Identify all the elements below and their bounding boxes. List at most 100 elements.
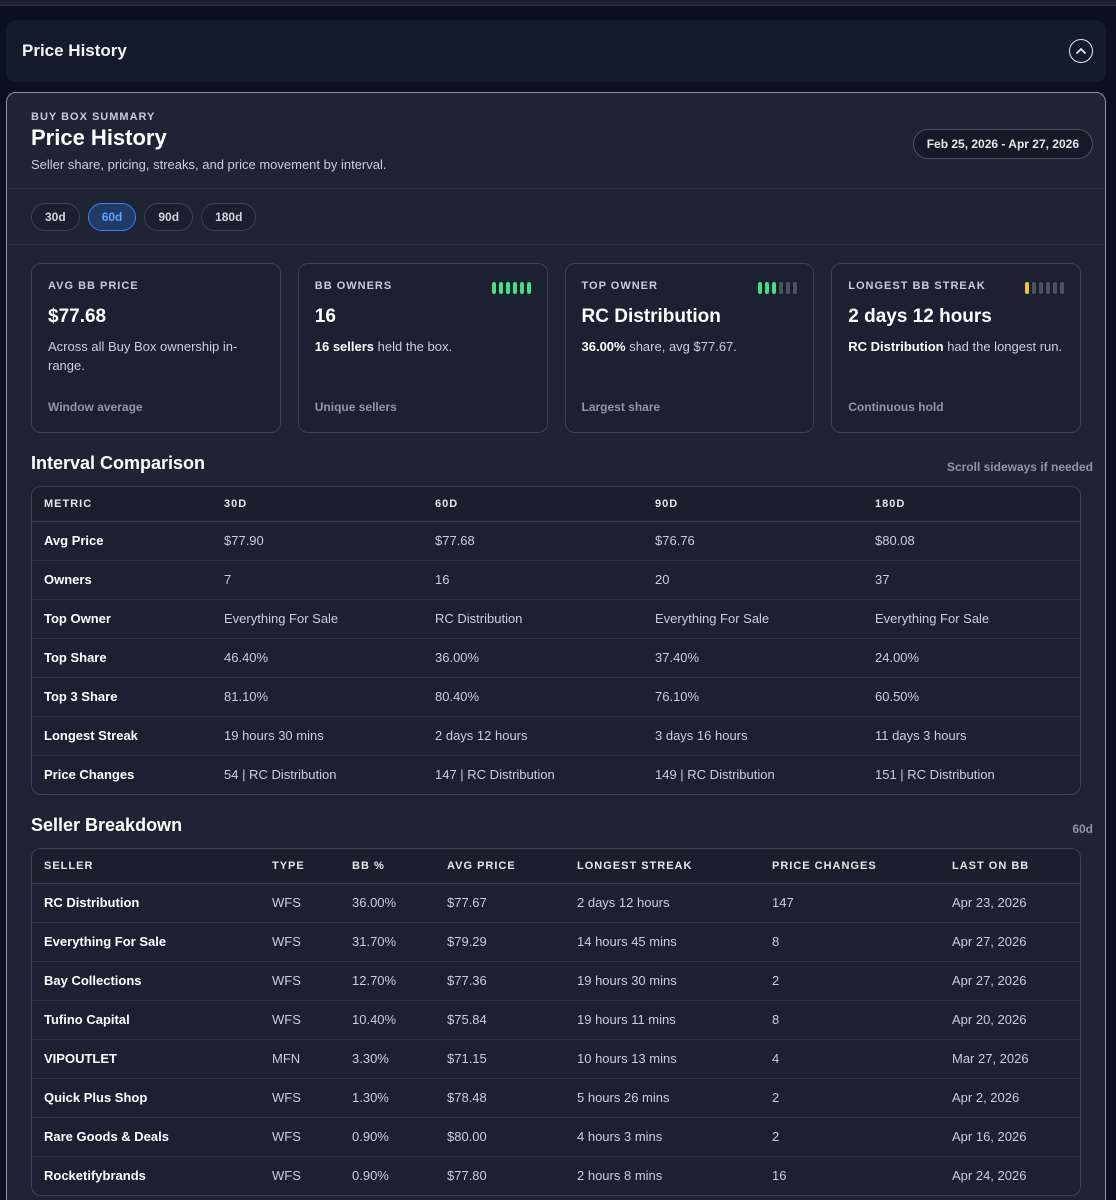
interval-comparison-table[interactable]: METRIC 30D 60D 90D 180D Avg Price $77.90 $… — [31, 486, 1081, 795]
table-cell: 19 hours 30 mins — [565, 960, 760, 1000]
streak-level-bars-icon — [1025, 282, 1064, 294]
table-cell: 60.50% — [863, 676, 1080, 716]
table-cell: 24.00% — [863, 637, 1080, 677]
table-cell: 3 days 16 hours — [643, 715, 863, 755]
table-cell: WFS — [260, 1155, 340, 1195]
table-cell: 1.30% — [340, 1077, 435, 1117]
row-label-cell: Longest Streak — [32, 715, 212, 755]
column-header: PRICE CHANGES — [760, 849, 940, 884]
column-header: 30D — [212, 487, 423, 522]
table-cell: 37 — [863, 559, 1080, 599]
column-header: BB % — [340, 849, 435, 884]
row-label-cell: Quick Plus Shop — [32, 1077, 260, 1117]
card-value: RC Distribution — [581, 306, 721, 327]
row-label-cell: Rare Goods & Deals — [32, 1116, 260, 1156]
range-button-30d[interactable]: 30d — [31, 202, 80, 231]
table-row: Owners 7 16 20 37 — [32, 559, 1080, 599]
longest-bb-streak-card: LONGEST BB STREAK 2 days 12 hours RC Dis… — [831, 263, 1081, 433]
table-cell: WFS — [272, 895, 301, 910]
table-cell: $75.84 — [435, 999, 565, 1039]
table-cell: $78.48 — [435, 1077, 565, 1117]
table-cell: WFS — [260, 921, 340, 961]
table-cell: Apr 27, 2026 — [940, 960, 1080, 1000]
seller-breakdown-header: Seller Breakdown 60d — [7, 815, 1105, 836]
row-label-cell: Owners — [32, 559, 212, 599]
table-cell: 16 — [423, 559, 643, 599]
table-cell: Everything For Sale — [863, 598, 1080, 638]
table-cell: 31.70% — [340, 921, 435, 961]
table-cell: $77.90 — [224, 533, 264, 548]
table-cell: $80.00 — [435, 1116, 565, 1156]
range-button-90d[interactable]: 90d — [144, 202, 194, 231]
table-cell: 10 hours 13 mins — [565, 1038, 760, 1078]
table-row: Top Share 46.40% 36.00% 37.40% 24.00% — [32, 637, 1080, 677]
card-description: Across all Buy Box ownership in-range. — [48, 339, 238, 373]
table-cell: 147 | RC Distribution — [423, 754, 643, 794]
table-cell: 10.40% — [340, 999, 435, 1039]
section-note: 60d — [1072, 822, 1093, 836]
card-value: 2 days 12 hours — [848, 306, 992, 327]
table-cell: Everything For Sale — [212, 598, 423, 638]
table-cell: 2 days 12 hours — [577, 895, 670, 910]
section-title: Seller Breakdown — [31, 815, 183, 835]
table-cell: 151 | RC Distribution — [863, 754, 1080, 794]
date-range-pill: Feb 25, 2026 - Apr 27, 2026 — [912, 129, 1093, 159]
price-history-accordion-header[interactable]: Price History — [6, 20, 1106, 82]
top-owner-card: TOP OWNER RC Distribution 36.00% share, … — [564, 263, 815, 433]
panel-subtitle: Seller share, pricing, streaks, and pric… — [31, 157, 387, 172]
collapse-button[interactable] — [1069, 39, 1093, 63]
top-edge — [0, 0, 1116, 6]
card-description: RC Distribution had the longest run. — [848, 339, 1063, 354]
table-cell: 20 — [643, 559, 863, 599]
row-label-cell: Bay Collections — [32, 960, 260, 1000]
table-row: Quick Plus Shop WFS 1.30% $78.48 5 hours 26 … — [32, 1077, 1080, 1117]
card-value: $77.68 — [48, 306, 107, 327]
table-cell: $77.67 — [447, 895, 487, 910]
table-row: Everything For Sale WFS 31.70% $79.29 14 hou… — [32, 921, 1080, 961]
table-cell: 2 — [760, 960, 940, 1000]
table-row: Price Changes 54 | RC Distribution 147 | R… — [32, 754, 1080, 794]
table-cell: 14 hours 45 mins — [565, 921, 760, 961]
range-button-180d[interactable]: 180d — [201, 202, 257, 231]
table-cell: 147 — [772, 895, 794, 910]
table-cell: $71.15 — [435, 1038, 565, 1078]
table-cell: Apr 27, 2026 — [940, 921, 1080, 961]
table-cell: 46.40% — [212, 637, 423, 677]
table-cell: 2 days 12 hours — [423, 715, 643, 755]
chevron-up-icon — [1076, 48, 1086, 54]
table-cell: Apr 16, 2026 — [940, 1116, 1080, 1156]
range-button-60d[interactable]: 60d — [87, 202, 137, 231]
table-row: Tufino Capital WFS 10.40% $75.84 19 hours 11… — [32, 999, 1080, 1039]
table-cell: 4 hours 3 mins — [565, 1116, 760, 1156]
table-cell: WFS — [260, 960, 340, 1000]
table-cell: Everything For Sale — [643, 598, 863, 638]
column-header: 180D — [863, 487, 1080, 522]
panel-eyebrow: BUY BOX SUMMARY — [31, 111, 156, 123]
card-description: 16 sellers held the box. — [314, 339, 453, 354]
table-cell: WFS — [260, 1077, 340, 1117]
row-label-cell: Avg Price — [44, 533, 104, 548]
table-cell: 36.00% — [352, 895, 397, 910]
table-header-row: SELLER TYPE BB % AVG PRICE LONGEST STREA… — [32, 849, 1080, 884]
table-cell: 36.00% — [423, 637, 643, 677]
table-cell: 4 — [760, 1038, 940, 1078]
table-cell: WFS — [260, 999, 340, 1039]
row-label-cell: Tufino Capital — [32, 999, 260, 1039]
row-label-cell: Rocketifybrands — [32, 1155, 260, 1195]
column-header: SELLER — [32, 849, 260, 884]
table-cell: 2 — [760, 1116, 940, 1156]
column-header: 90D — [643, 487, 863, 522]
table-cell: 80.40% — [423, 676, 643, 716]
card-label: AVG BB PRICE — [48, 280, 139, 292]
row-label-cell: VIPOUTLET — [32, 1038, 260, 1078]
row-label-cell: Top Owner — [32, 598, 212, 638]
buy-box-summary-panel: BUY BOX SUMMARY Price History Seller sha… — [6, 92, 1106, 1200]
seller-breakdown-table[interactable]: SELLER TYPE BB % AVG PRICE LONGEST STREA… — [31, 848, 1081, 1196]
table-header-row: METRIC 30D 60D 90D 180D — [32, 487, 1080, 522]
owner-level-bars-icon — [491, 282, 531, 294]
table-cell: Apr 2, 2026 — [940, 1077, 1080, 1117]
table-cell: Apr 23, 2026 — [952, 895, 1027, 910]
table-cell: 2 hours 8 mins — [565, 1155, 760, 1195]
table-cell: 7 — [212, 559, 423, 599]
table-cell: RC Distribution — [423, 598, 643, 638]
